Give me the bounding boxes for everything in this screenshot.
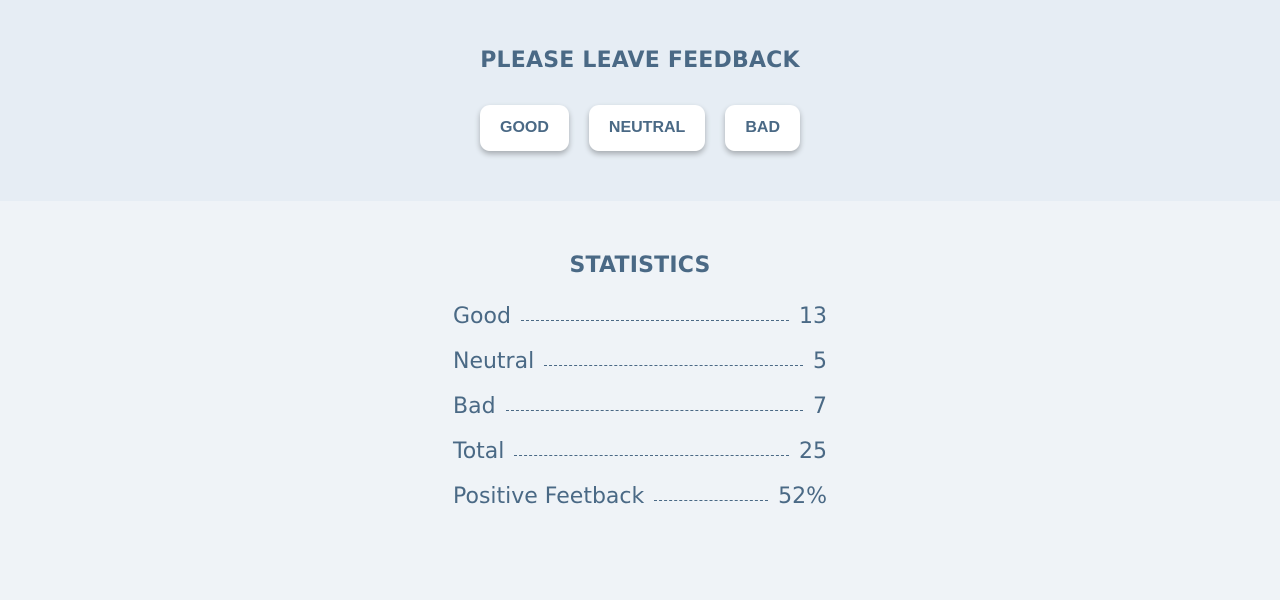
stat-label: Bad [453,394,496,419]
neutral-button[interactable]: NEUTRAL [588,105,706,151]
dotted-leader [505,410,803,411]
feedback-title: PLEASE LEAVE FEEDBACK [480,48,800,73]
bad-button[interactable]: BAD [725,105,800,151]
dotted-leader [654,500,769,501]
stat-row-positive: Positive Feetback 52% [453,484,827,529]
statistics-section: STATISTICS Good 13 Neutral 5 Bad 7 Total… [0,201,1280,600]
statistics-title: STATISTICS [569,253,711,278]
stat-value: 25 [799,439,827,464]
stat-value: 5 [813,349,827,374]
stat-value: 13 [799,304,827,329]
stat-label: Total [453,439,505,464]
stat-label: Positive Feetback [453,484,645,509]
dotted-leader [544,365,803,366]
dotted-leader [514,455,789,456]
good-button[interactable]: GOOD [480,105,569,151]
dotted-leader [520,320,789,321]
statistics-list: Good 13 Neutral 5 Bad 7 Total 25 Positiv… [453,304,827,529]
stat-label: Good [453,304,511,329]
stat-row-total: Total 25 [453,439,827,484]
stat-row-neutral: Neutral 5 [453,349,827,394]
stat-row-bad: Bad 7 [453,394,827,439]
stat-value: 52% [778,484,827,509]
feedback-section: PLEASE LEAVE FEEDBACK GOOD NEUTRAL BAD [0,0,1280,201]
stat-row-good: Good 13 [453,304,827,349]
stat-label: Neutral [453,349,535,374]
feedback-buttons: GOOD NEUTRAL BAD [480,105,800,151]
stat-value: 7 [813,394,827,419]
